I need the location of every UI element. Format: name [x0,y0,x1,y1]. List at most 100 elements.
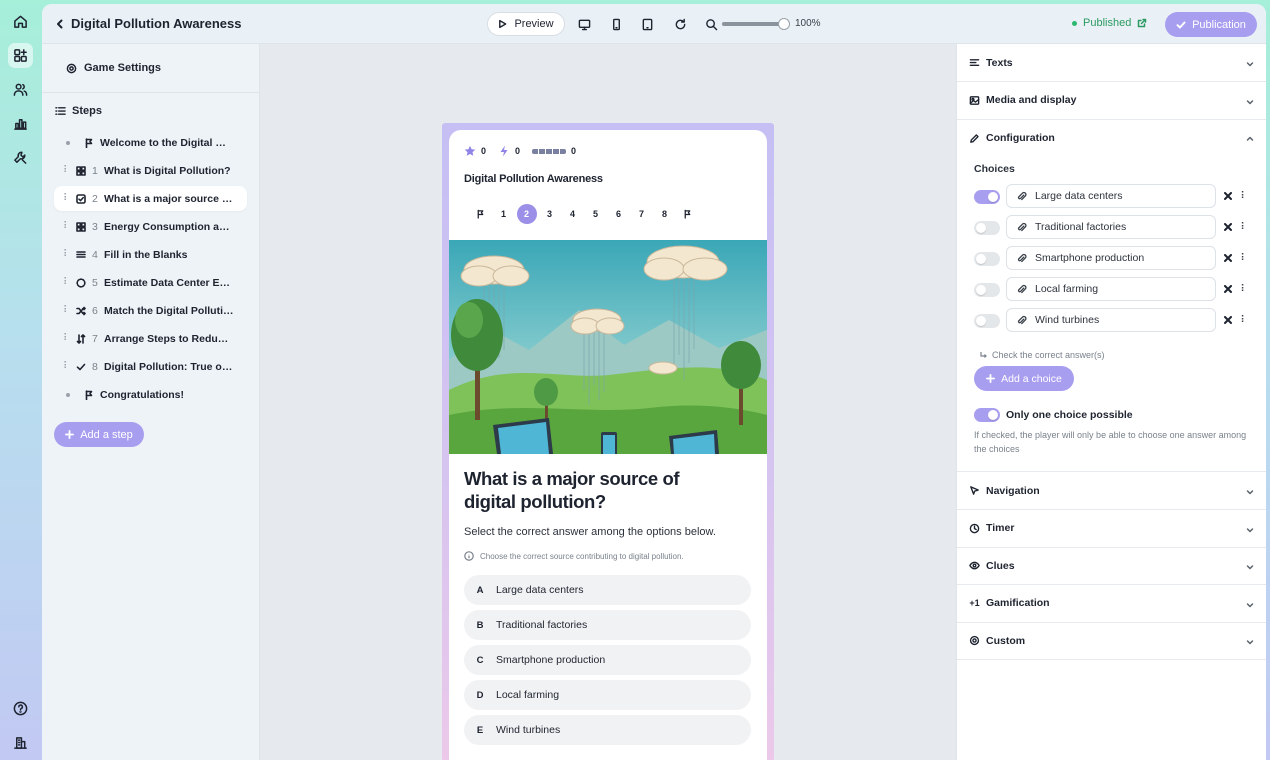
drag-handle-icon[interactable]: ⠇ [63,249,73,260]
step-item[interactable]: ⠇ 2 What is a major source of ... [54,186,247,211]
drag-handle-icon[interactable]: ⠇ [63,333,73,344]
option-letter: E [476,724,484,736]
mobile-view-icon[interactable] [608,16,624,32]
section-timer[interactable]: Timer [957,510,1266,548]
paperclip-icon[interactable] [1015,252,1027,264]
publication-button[interactable]: Publication [1165,12,1257,37]
published-status[interactable]: Published [1072,17,1147,29]
choice-input[interactable]: Smartphone production [1006,246,1216,270]
step-nav-item[interactable]: 4 [561,204,584,224]
step-item[interactable]: ⠇ 7 Arrange Steps to Reduce ... [54,326,247,351]
back-arrow-icon[interactable] [52,15,68,33]
stats-icon[interactable] [8,111,33,136]
drag-handle-icon[interactable]: ⠇ [63,361,73,372]
step-item[interactable]: ⠇ 3 Energy Consumption and ... [54,214,247,239]
add-step-button[interactable]: Add a step [54,422,144,447]
close-icon[interactable] [1222,221,1234,233]
paperclip-icon[interactable] [1015,283,1027,295]
choice-input[interactable]: Traditional factories [1006,215,1216,239]
choice-input[interactable]: Large data centers [1006,184,1216,208]
step-nav-item[interactable]: 2 [515,204,538,224]
correct-toggle[interactable] [974,221,1000,235]
paperclip-icon[interactable] [1015,190,1027,202]
step-item[interactable]: ⠇ 6 Match the Digital Pollutio... [54,298,247,323]
step-item[interactable]: Congratulations! [54,382,247,407]
step-nav-item[interactable]: 3 [538,204,561,224]
chevron-down-icon[interactable] [1245,486,1255,496]
drag-handle-icon[interactable]: ⠇ [1240,282,1248,296]
chevron-down-icon[interactable] [1245,524,1255,534]
step-item[interactable]: ⠇ 5 Estimate Data Center Ene... [54,270,247,295]
step-item[interactable]: Welcome to the Digital Pollu... [54,130,247,155]
desktop-view-icon[interactable] [576,16,592,32]
home-icon[interactable] [8,9,33,34]
only-one-choice-toggle[interactable] [974,408,1000,422]
choice-input[interactable]: Local farming [1006,277,1216,301]
section-gamification[interactable]: +1 Gamification [957,585,1266,623]
start-flag-icon[interactable] [469,204,492,224]
section-configuration[interactable]: Configuration [957,119,1266,157]
drag-handle-icon[interactable]: ⠇ [63,165,73,176]
zoom-slider[interactable] [722,18,790,30]
step-number: 3 [92,220,98,233]
step-nav-item[interactable]: 6 [607,204,630,224]
paperclip-icon[interactable] [1015,314,1027,326]
game-settings-button[interactable]: Game Settings [42,44,260,93]
paperclip-icon[interactable] [1015,221,1027,233]
drag-handle-icon[interactable]: ⠇ [1240,220,1248,234]
drag-handle-icon[interactable]: ⠇ [1240,189,1248,203]
correct-toggle[interactable] [974,190,1000,204]
organization-icon[interactable] [8,730,33,755]
drag-handle-icon[interactable]: ⠇ [63,221,73,232]
section-media-and-display[interactable]: Media and display [957,82,1266,120]
chevron-down-icon[interactable] [1245,58,1255,68]
chevron-down-icon[interactable] [1245,636,1255,646]
step-nav-item[interactable]: 1 [492,204,515,224]
section-texts[interactable]: Texts [957,44,1266,82]
preview-button[interactable]: Preview [487,12,565,36]
answer-option[interactable]: D Local farming [464,680,751,710]
answer-option[interactable]: E Wind turbines [464,715,751,745]
tools-icon[interactable] [8,145,33,170]
answer-option[interactable]: C Smartphone production [464,645,751,675]
zoom-slider-handle[interactable] [778,18,790,30]
section-clues[interactable]: Clues [957,547,1266,585]
choice-row: Smartphone production ⠇ [974,246,1259,270]
step-nav-item[interactable]: 5 [584,204,607,224]
chevron-up-icon[interactable] [1245,133,1255,143]
end-flag-icon[interactable] [676,204,699,224]
close-icon[interactable] [1222,314,1234,326]
step-nav-item[interactable]: 7 [630,204,653,224]
drag-handle-icon[interactable]: ⠇ [1240,251,1248,265]
correct-toggle[interactable] [974,283,1000,297]
chevron-down-icon[interactable] [1245,599,1255,609]
drag-handle-icon[interactable]: ⠇ [63,193,73,204]
chevron-down-icon[interactable] [1245,96,1255,106]
add-choice-button[interactable]: Add a choice [974,366,1074,391]
section-custom[interactable]: Custom [957,622,1266,660]
drag-handle-icon[interactable]: ⠇ [63,277,73,288]
chevron-down-icon[interactable] [1245,561,1255,571]
correct-toggle[interactable] [974,314,1000,328]
close-icon[interactable] [1222,252,1234,264]
step-nav-item[interactable]: 8 [653,204,676,224]
question-title: What is a major source of digital pollut… [464,468,680,512]
step-item[interactable]: ⠇ 1 What is Digital Pollution? [54,158,247,183]
answer-option[interactable]: B Traditional factories [464,610,751,640]
step-item[interactable]: ⠇ 4 Fill in the Blanks [54,242,247,267]
close-icon[interactable] [1222,190,1234,202]
refresh-icon[interactable] [672,16,688,32]
choice-input[interactable]: Wind turbines [1006,308,1216,332]
step-item[interactable]: ⠇ 8 Digital Pollution: True or F... [54,354,247,379]
drag-handle-icon[interactable]: ⠇ [63,305,73,316]
help-icon[interactable] [8,696,33,721]
tablet-view-icon[interactable] [639,16,655,32]
drag-handle-icon[interactable]: ⠇ [1240,313,1248,327]
editor-icon[interactable] [8,43,33,68]
close-icon[interactable] [1222,283,1234,295]
zoom-icon[interactable] [703,16,719,32]
users-icon[interactable] [8,77,33,102]
correct-toggle[interactable] [974,252,1000,266]
section-navigation[interactable]: Navigation [957,472,1266,510]
answer-option[interactable]: A Large data centers [464,575,751,605]
